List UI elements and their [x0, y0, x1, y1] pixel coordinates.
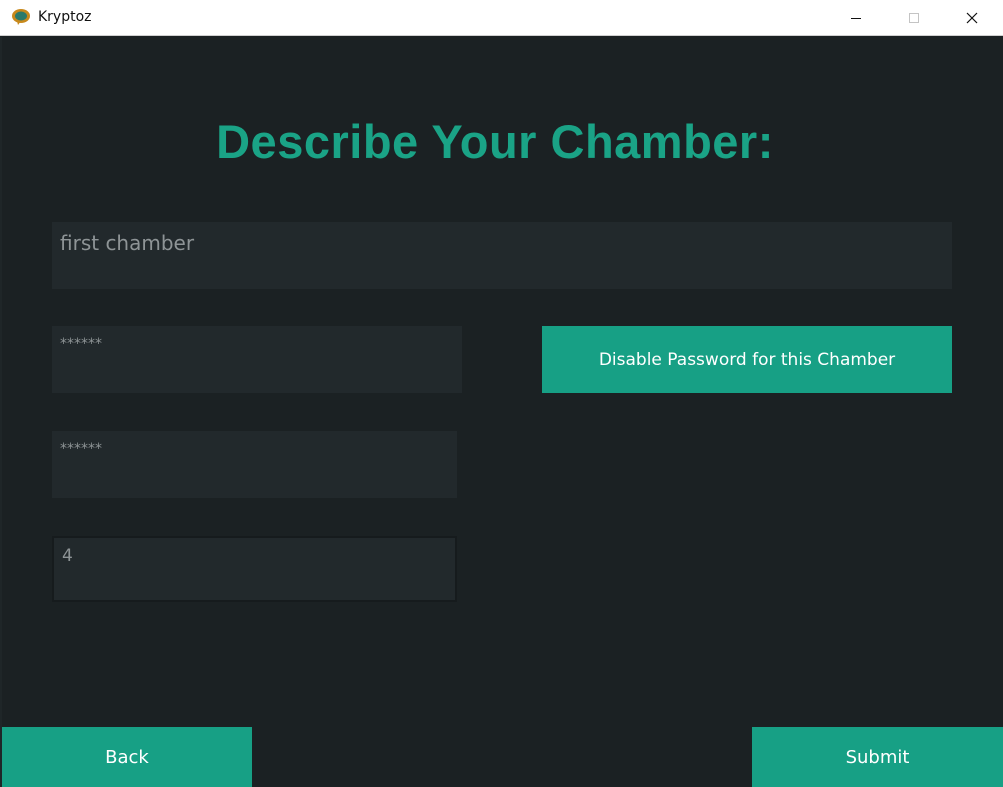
submit-button[interactable]: Submit [752, 727, 1003, 787]
confirm-password-value: ****** [60, 441, 102, 457]
maximize-icon [908, 9, 920, 28]
page-title: Describe Your Chamber: [216, 115, 774, 168]
disable-password-button[interactable]: Disable Password for this Chamber [542, 326, 952, 393]
password-value: ****** [60, 336, 102, 352]
chamber-name-input[interactable]: first chamber [52, 222, 952, 289]
close-icon [966, 9, 978, 28]
count-input[interactable]: 4 [52, 536, 457, 602]
disable-password-label: Disable Password for this Chamber [598, 349, 896, 370]
kryptoz-app-icon [11, 8, 31, 26]
chamber-name-value: first chamber [60, 231, 195, 255]
confirm-password-input[interactable]: ****** [52, 431, 457, 498]
close-button[interactable] [943, 0, 1001, 36]
back-label: Back [105, 746, 149, 768]
minimize-icon [850, 9, 862, 28]
maximize-button[interactable] [885, 0, 943, 36]
submit-label: Submit [845, 746, 910, 768]
count-value: 4 [62, 546, 73, 566]
password-input[interactable]: ****** [52, 326, 462, 393]
minimize-button[interactable] [827, 0, 885, 36]
back-button[interactable]: Back [2, 727, 252, 787]
window-title: Kryptoz [38, 9, 92, 25]
title-bar: Kryptoz [0, 0, 1003, 36]
app-window: Kryptoz Describe Your Chamber: first cha… [0, 0, 1003, 787]
